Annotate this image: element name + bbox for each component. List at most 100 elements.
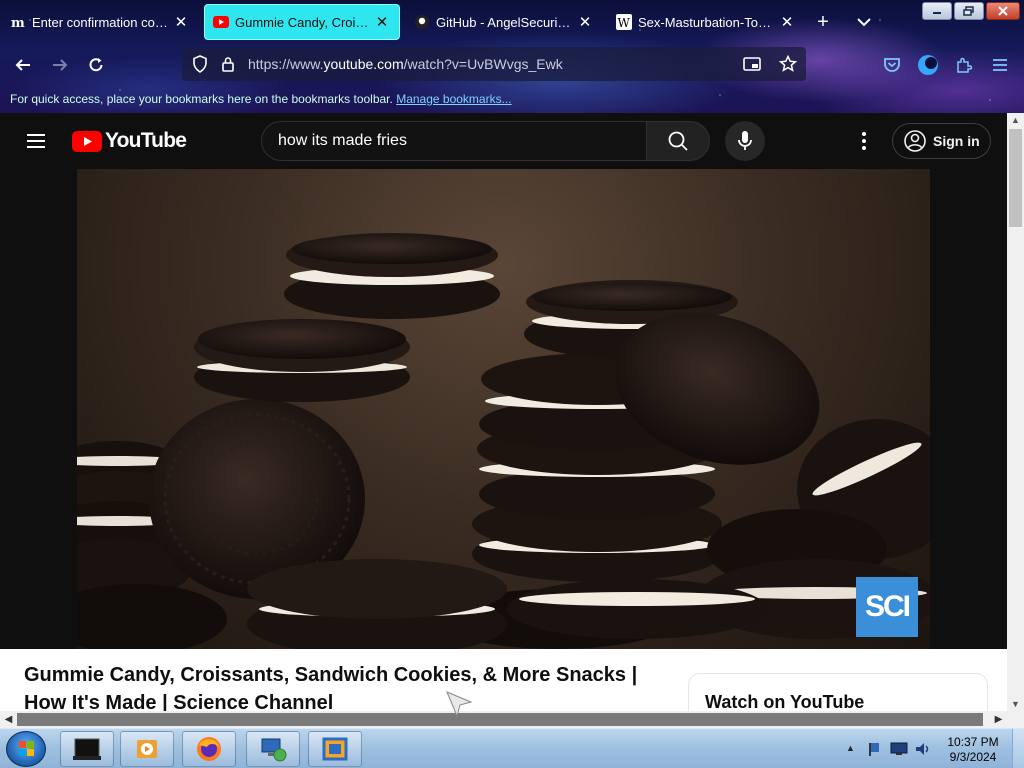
scroll-down-arrow-icon[interactable]: ▼ <box>1007 697 1024 711</box>
url-path: /watch?v=UvBWvgs_Ewk <box>403 56 563 72</box>
science-channel-badge: SCI <box>856 577 918 637</box>
close-window-button[interactable] <box>986 2 1020 20</box>
video-info-section: Gummie Candy, Croissants, Sandwich Cooki… <box>0 649 1007 711</box>
scroll-left-arrow-icon[interactable]: ◀ <box>0 711 17 728</box>
tab-github[interactable]: GitHub - AngelSecurityTea ✕ <box>406 4 602 40</box>
display-icon[interactable] <box>890 741 908 762</box>
show-hidden-icons-chevron-icon[interactable]: ▲ <box>846 743 855 753</box>
back-arrow-icon[interactable] <box>12 54 34 76</box>
account-avatar-icon[interactable] <box>917 54 939 76</box>
taskbar-media-player[interactable] <box>120 731 174 767</box>
search-button[interactable] <box>646 121 710 161</box>
start-button[interactable] <box>6 731 46 767</box>
sign-in-label: Sign in <box>933 133 980 149</box>
github-icon <box>414 14 430 30</box>
youtube-play-icon <box>72 130 102 152</box>
close-tab-icon[interactable]: ✕ <box>778 13 796 31</box>
cookie-stack-top-left <box>194 319 410 402</box>
bookmark-star-icon[interactable] <box>778 54 798 74</box>
horizontal-scroll-thumb[interactable] <box>17 713 983 726</box>
minimize-button[interactable] <box>922 2 952 20</box>
picture-in-picture-icon[interactable] <box>742 54 762 74</box>
lock-icon[interactable] <box>218 54 238 74</box>
tab-medium[interactable]: m Enter confirmation code | M ✕ <box>2 4 198 40</box>
medium-m-icon: m <box>10 14 26 30</box>
close-tab-icon[interactable]: ✕ <box>576 13 594 31</box>
close-tab-icon[interactable]: ✕ <box>172 13 190 31</box>
extensions-puzzle-icon[interactable] <box>953 54 975 76</box>
close-tab-icon[interactable]: ✕ <box>373 13 391 31</box>
search-input[interactable] <box>278 122 638 160</box>
youtube-logo-text: YouTube <box>105 129 187 152</box>
windows-taskbar: ▲ 10:37 PM 9/3/2024 <box>0 728 1024 768</box>
video-title: Gummie Candy, Croissants, Sandwich Cooki… <box>24 664 638 711</box>
network-computer-icon <box>261 738 287 762</box>
navigation-toolbar: https://www.youtube.com/watch?v=UvBWvgs_… <box>0 44 1024 86</box>
pocket-icon[interactable] <box>881 54 903 76</box>
watch-on-youtube-card[interactable]: Watch on YouTube <box>688 673 988 711</box>
youtube-icon <box>213 14 229 30</box>
taskbar-virtualbox[interactable] <box>308 731 362 767</box>
youtube-logo[interactable]: YouTube <box>72 129 187 153</box>
hamburger-menu-icon[interactable] <box>989 54 1011 76</box>
windows-logo-icon <box>19 741 34 756</box>
forward-arrow-icon[interactable] <box>49 54 71 76</box>
manage-bookmarks-link[interactable]: Manage bookmarks... <box>396 92 511 106</box>
account-circle-icon <box>904 130 926 152</box>
tab-title: GitHub - AngelSecurityTea <box>436 14 572 30</box>
restore-button[interactable] <box>954 2 984 20</box>
taskbar-terminal[interactable] <box>60 731 114 767</box>
window-controls <box>922 2 1020 20</box>
youtube-masthead: YouTube Sign in <box>0 113 1007 169</box>
video-player[interactable]: SCI <box>77 169 930 649</box>
new-tab-button[interactable]: + <box>812 12 834 34</box>
svg-text:m: m <box>11 16 25 30</box>
mouse-pointer-icon <box>445 690 473 718</box>
tab-youtube[interactable]: Gummie Candy, Croissants ✕ <box>204 4 400 40</box>
voice-search-button[interactable] <box>725 121 765 161</box>
watch-on-youtube-label: Watch on YouTube <box>705 692 865 711</box>
microphone-icon <box>738 131 752 150</box>
bookmarks-toolbar: For quick access, place your bookmarks h… <box>10 92 512 106</box>
bookmarks-hint: For quick access, place your bookmarks h… <box>10 92 393 106</box>
address-bar[interactable]: https://www.youtube.com/watch?v=UvBWvgs_… <box>182 47 806 81</box>
tab-title: Sex-Masturbation-Toys Co <box>638 14 774 30</box>
tab-wikipedia[interactable]: W Sex-Masturbation-Toys Co ✕ <box>608 4 804 40</box>
sign-in-button[interactable]: Sign in <box>892 123 991 159</box>
clock-time: 10:37 PM <box>947 735 999 749</box>
settings-more-vertical-icon[interactable] <box>852 129 876 153</box>
virtual-machine-icon <box>322 737 348 761</box>
cookie-top-sandwich <box>284 233 500 319</box>
url-prefix: https://www. <box>248 56 324 72</box>
vertical-scroll-thumb[interactable] <box>1009 129 1022 227</box>
scroll-up-arrow-icon[interactable]: ▲ <box>1007 113 1024 127</box>
tab-title: Gummie Candy, Croissants <box>235 14 369 30</box>
svg-text:W: W <box>618 16 631 30</box>
list-all-tabs-chevron-icon[interactable] <box>852 10 876 34</box>
youtube-page: YouTube Sign in <box>0 113 1007 711</box>
scroll-right-arrow-icon[interactable]: ▶ <box>990 711 1007 728</box>
taskbar-clock[interactable]: 10:37 PM 9/3/2024 <box>940 735 1006 765</box>
wikipedia-w-icon: W <box>616 14 632 30</box>
volume-speaker-icon[interactable] <box>914 741 932 762</box>
media-player-icon <box>137 740 157 758</box>
url-domain: youtube.com <box>323 56 404 72</box>
taskbar-firefox[interactable] <box>182 731 236 767</box>
tab-title: Enter confirmation code | M <box>32 14 168 30</box>
action-center-flag-icon[interactable] <box>866 741 882 762</box>
horizontal-scrollbar[interactable]: ◀ ▶ <box>0 711 1024 728</box>
taskbar-network[interactable] <box>246 731 300 767</box>
video-frame-cookies-image <box>77 233 930 649</box>
clock-date: 9/3/2024 <box>949 750 997 764</box>
show-desktop-button[interactable] <box>1012 729 1024 768</box>
search-box <box>261 121 647 161</box>
reload-icon[interactable] <box>85 54 107 76</box>
search-icon <box>668 131 688 151</box>
tracking-protection-shield-icon[interactable] <box>190 54 210 74</box>
guide-menu-icon[interactable] <box>24 129 48 153</box>
desktop-screen: m Enter confirmation code | M ✕ Gummie C… <box>0 0 1024 768</box>
vertical-scrollbar[interactable]: ▲ ▼ <box>1007 113 1024 711</box>
terminal-icon <box>73 738 101 760</box>
url-text[interactable]: https://www.youtube.com/watch?v=UvBWvgs_… <box>248 56 734 72</box>
firefox-icon <box>197 737 221 761</box>
